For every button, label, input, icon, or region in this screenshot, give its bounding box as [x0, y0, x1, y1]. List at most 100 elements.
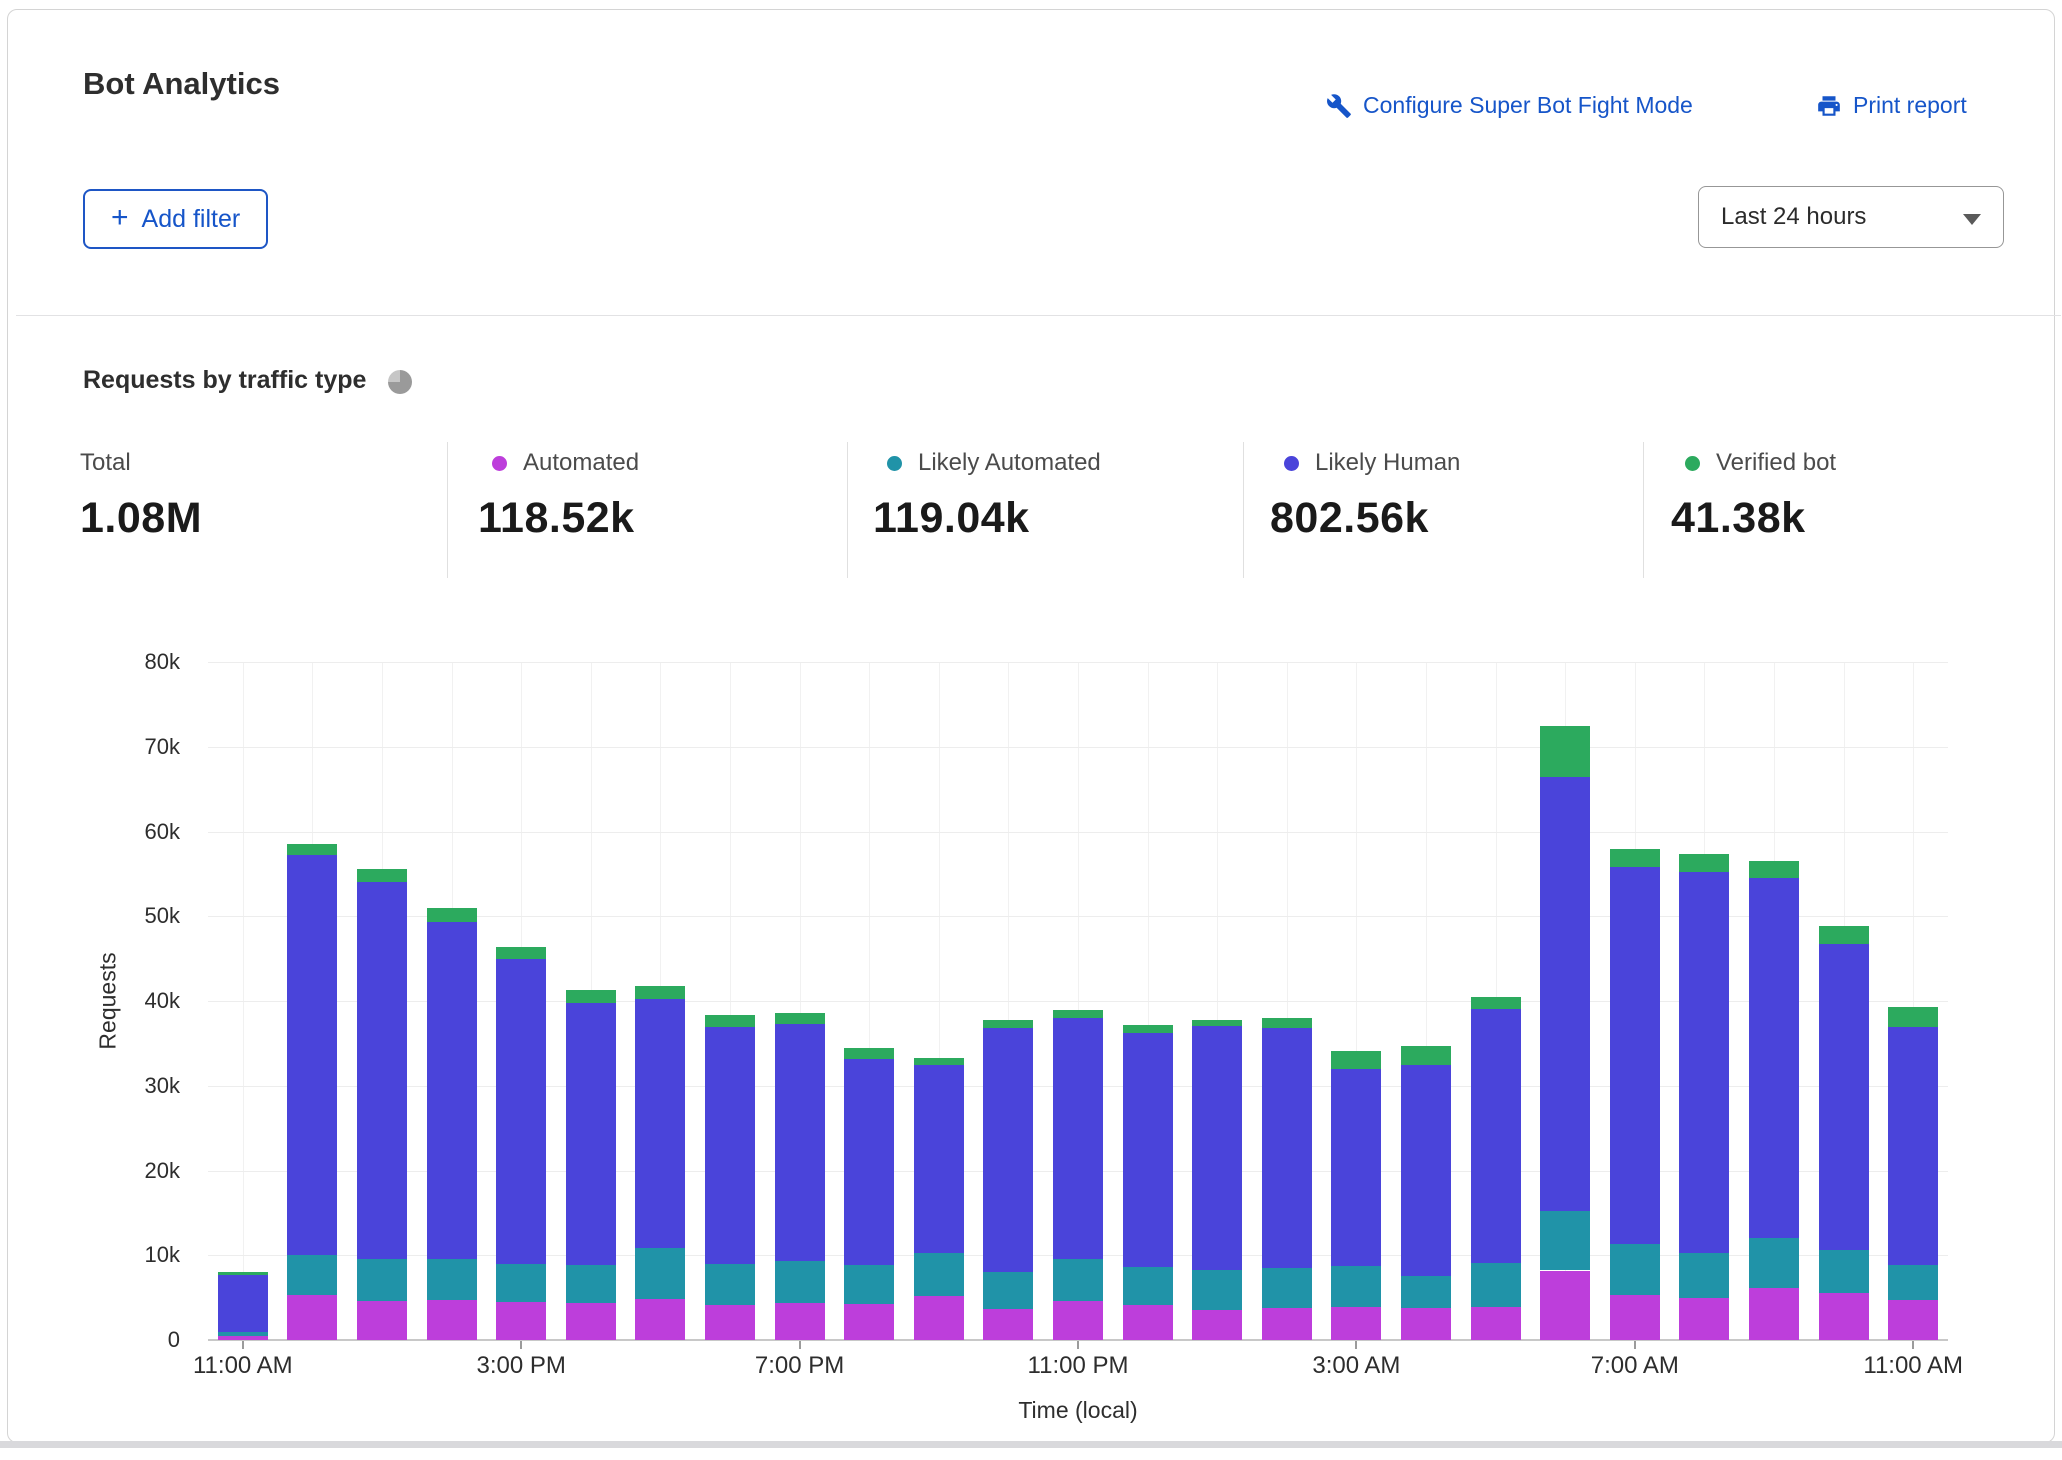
bar-segment-verified-bot[interactable] — [1749, 861, 1799, 878]
bar-segment-verified-bot[interactable] — [635, 986, 685, 1000]
bar-segment-likely-human[interactable] — [1888, 1027, 1938, 1265]
bar-segment-likely-automated[interactable] — [427, 1259, 477, 1300]
bar-segment-likely-automated[interactable] — [1819, 1250, 1869, 1293]
bar-segment-likely-human[interactable] — [1610, 867, 1660, 1244]
bar-segment-likely-human[interactable] — [705, 1027, 755, 1263]
bar-segment-verified-bot[interactable] — [357, 869, 407, 883]
bar-segment-verified-bot[interactable] — [1053, 1010, 1103, 1018]
bar-segment-likely-automated[interactable] — [1123, 1267, 1173, 1305]
bar-segment-likely-human[interactable] — [1749, 878, 1799, 1238]
bar-segment-likely-automated[interactable] — [983, 1272, 1033, 1309]
bar-segment-likely-automated[interactable] — [1888, 1265, 1938, 1300]
bar-segment-likely-automated[interactable] — [914, 1253, 964, 1296]
bar-segment-likely-human[interactable] — [1679, 872, 1729, 1253]
bar-segment-likely-human[interactable] — [427, 922, 477, 1259]
bar-segment-likely-human[interactable] — [496, 959, 546, 1264]
bar-segment-likely-human[interactable] — [983, 1028, 1033, 1272]
bar-segment-verified-bot[interactable] — [218, 1272, 268, 1275]
bar-segment-automated[interactable] — [1819, 1293, 1869, 1340]
bar-segment-verified-bot[interactable] — [1819, 926, 1869, 944]
bar-segment-verified-bot[interactable] — [1471, 997, 1521, 1009]
bar-segment-automated[interactable] — [1331, 1307, 1381, 1340]
bar-segment-likely-human[interactable] — [1262, 1028, 1312, 1268]
bar-segment-likely-automated[interactable] — [775, 1261, 825, 1303]
bar-segment-verified-bot[interactable] — [1331, 1051, 1381, 1069]
bar-segment-likely-automated[interactable] — [496, 1264, 546, 1302]
bar-segment-likely-automated[interactable] — [1679, 1253, 1729, 1299]
bar-segment-likely-automated[interactable] — [1471, 1263, 1521, 1307]
bar-segment-verified-bot[interactable] — [566, 990, 616, 1003]
bar-segment-verified-bot[interactable] — [287, 844, 337, 855]
bar-segment-likely-automated[interactable] — [1053, 1259, 1103, 1301]
bar-segment-automated[interactable] — [1540, 1271, 1590, 1340]
bar-segment-automated[interactable] — [1123, 1305, 1173, 1340]
bar-segment-automated[interactable] — [1679, 1298, 1729, 1340]
bar-segment-likely-automated[interactable] — [1540, 1211, 1590, 1270]
bar-segment-likely-human[interactable] — [357, 882, 407, 1258]
bar-segment-automated[interactable] — [1471, 1307, 1521, 1340]
bar-segment-likely-human[interactable] — [775, 1024, 825, 1261]
bar-segment-automated[interactable] — [705, 1305, 755, 1340]
bar-segment-likely-human[interactable] — [1540, 777, 1590, 1211]
bar-segment-automated[interactable] — [218, 1336, 268, 1340]
bar-segment-automated[interactable] — [775, 1303, 825, 1340]
bar-segment-likely-human[interactable] — [287, 855, 337, 1255]
bar-segment-likely-automated[interactable] — [357, 1259, 407, 1301]
bar-segment-likely-automated[interactable] — [218, 1332, 268, 1336]
bar-segment-likely-automated[interactable] — [287, 1255, 337, 1295]
bar-segment-automated[interactable] — [983, 1309, 1033, 1340]
bar-segment-verified-bot[interactable] — [496, 947, 546, 959]
bar-segment-verified-bot[interactable] — [1610, 849, 1660, 867]
bar-segment-automated[interactable] — [914, 1296, 964, 1340]
bar-segment-automated[interactable] — [1192, 1310, 1242, 1340]
bar-segment-likely-human[interactable] — [1401, 1065, 1451, 1275]
bar-segment-likely-human[interactable] — [1192, 1026, 1242, 1269]
bar-segment-verified-bot[interactable] — [705, 1015, 755, 1028]
bar-segment-verified-bot[interactable] — [1540, 726, 1590, 777]
bar-segment-verified-bot[interactable] — [775, 1013, 825, 1024]
bar-segment-verified-bot[interactable] — [1679, 854, 1729, 872]
bar-segment-likely-automated[interactable] — [1331, 1266, 1381, 1307]
bar-segment-verified-bot[interactable] — [427, 908, 477, 922]
bar-segment-automated[interactable] — [496, 1302, 546, 1340]
bar-segment-likely-human[interactable] — [1123, 1033, 1173, 1267]
bar-segment-verified-bot[interactable] — [844, 1048, 894, 1058]
bar-segment-likely-automated[interactable] — [1262, 1268, 1312, 1308]
bar-segment-likely-human[interactable] — [1471, 1009, 1521, 1263]
bar-segment-likely-automated[interactable] — [1401, 1276, 1451, 1308]
bar-segment-automated[interactable] — [1401, 1308, 1451, 1340]
bar-segment-likely-human[interactable] — [1053, 1018, 1103, 1259]
bar-segment-automated[interactable] — [287, 1295, 337, 1340]
bar-segment-likely-automated[interactable] — [1749, 1238, 1799, 1288]
bar-segment-automated[interactable] — [635, 1299, 685, 1340]
bar-segment-verified-bot[interactable] — [1888, 1007, 1938, 1027]
bar-segment-likely-human[interactable] — [1331, 1069, 1381, 1266]
bar-segment-likely-automated[interactable] — [635, 1248, 685, 1299]
bar-segment-likely-automated[interactable] — [844, 1265, 894, 1305]
bar-segment-automated[interactable] — [427, 1300, 477, 1340]
bar-segment-automated[interactable] — [1610, 1295, 1660, 1340]
bar-segment-verified-bot[interactable] — [1123, 1025, 1173, 1033]
bar-segment-likely-human[interactable] — [844, 1059, 894, 1265]
bar-segment-likely-automated[interactable] — [1192, 1270, 1242, 1311]
bar-segment-likely-human[interactable] — [1819, 944, 1869, 1250]
bar-segment-likely-human[interactable] — [635, 999, 685, 1248]
bar-segment-automated[interactable] — [1888, 1300, 1938, 1340]
bar-segment-likely-automated[interactable] — [566, 1265, 616, 1302]
bar-segment-automated[interactable] — [1262, 1308, 1312, 1340]
bar-segment-likely-automated[interactable] — [1610, 1244, 1660, 1295]
bar-segment-automated[interactable] — [357, 1301, 407, 1340]
bar-segment-likely-human[interactable] — [566, 1003, 616, 1266]
bar-segment-verified-bot[interactable] — [1401, 1046, 1451, 1065]
bar-segment-automated[interactable] — [1749, 1288, 1799, 1340]
bar-segment-automated[interactable] — [844, 1304, 894, 1340]
bar-segment-likely-human[interactable] — [914, 1065, 964, 1253]
bar-segment-verified-bot[interactable] — [914, 1058, 964, 1065]
bar-segment-likely-automated[interactable] — [705, 1264, 755, 1306]
bar-segment-verified-bot[interactable] — [1192, 1020, 1242, 1027]
bar-segment-automated[interactable] — [1053, 1301, 1103, 1340]
bar-segment-automated[interactable] — [566, 1303, 616, 1340]
bar-segment-verified-bot[interactable] — [1262, 1018, 1312, 1028]
bar-segment-likely-human[interactable] — [218, 1275, 268, 1332]
bar-segment-verified-bot[interactable] — [983, 1020, 1033, 1028]
